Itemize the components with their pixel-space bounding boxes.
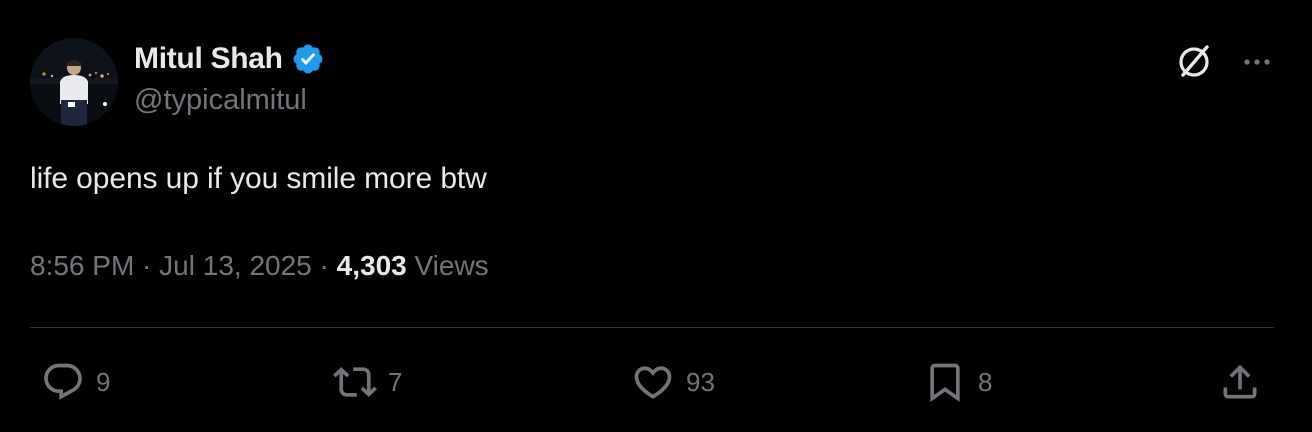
share-button[interactable] — [1216, 360, 1264, 404]
like-button[interactable]: 93 — [628, 360, 715, 404]
meta-separator: · — [134, 250, 160, 281]
share-icon — [1223, 364, 1257, 399]
tweet-date[interactable]: Jul 13, 2025 — [159, 250, 312, 282]
author-handle[interactable]: @typicalmitul — [134, 84, 307, 117]
grok-icon[interactable] — [1174, 42, 1214, 82]
verified-badge-icon[interactable] — [291, 42, 325, 76]
author-row: Mitul Shah — [134, 40, 325, 78]
reply-button[interactable]: 9 — [38, 360, 110, 404]
repost-count: 7 — [388, 366, 403, 397]
more-icon[interactable] — [1240, 45, 1274, 79]
views-spacer — [407, 250, 415, 282]
repost-button[interactable]: 7 — [330, 360, 402, 404]
meta-separator: · — [311, 250, 337, 281]
tweet-meta: 8:56 PM · Jul 13, 2025 · 4,303 Views — [30, 250, 489, 282]
avatar[interactable] — [30, 38, 118, 126]
avatar-photo — [30, 38, 118, 126]
bookmark-icon — [930, 363, 960, 403]
bookmark-count: 8 — [978, 366, 993, 397]
heart-icon — [634, 366, 672, 399]
reply-icon — [44, 363, 82, 400]
divider — [30, 327, 1274, 328]
tweet-card: Mitul Shah @typicalmitul life opens up i… — [0, 0, 1312, 432]
tweet-text: life opens up if you smile more btw — [30, 162, 487, 195]
views-count[interactable]: 4,303 — [337, 250, 407, 282]
tweet-time[interactable]: 8:56 PM — [30, 250, 134, 282]
tweet-top-actions — [1174, 42, 1274, 82]
repost-icon — [333, 367, 377, 397]
display-name[interactable]: Mitul Shah — [134, 42, 283, 76]
bookmark-button[interactable]: 8 — [920, 360, 992, 404]
views-label[interactable]: Views — [415, 250, 489, 282]
like-count: 93 — [686, 366, 715, 397]
reply-count: 9 — [96, 366, 111, 397]
